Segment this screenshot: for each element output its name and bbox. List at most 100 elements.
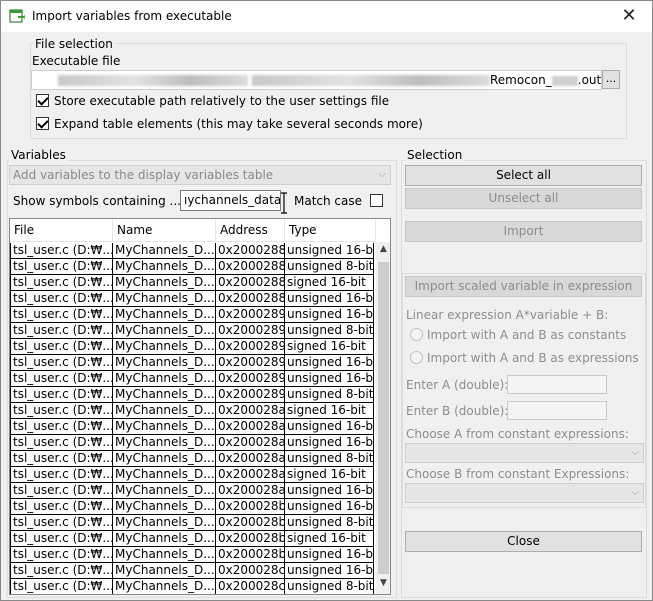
table-row[interactable]: tsl_user.c (D:₩... MyChannels_D... 0x20002… [10, 499, 376, 515]
cell-address: 0x200028a0 [216, 403, 285, 419]
b-value-input[interactable] [507, 401, 607, 420]
cell-type: signed 16-bit [285, 339, 374, 355]
radio-constants[interactable] [410, 328, 423, 341]
import-variables-dialog: Import variables from executable ✕ File … [0, 0, 653, 601]
cell-address: 0x20002888 [216, 275, 285, 291]
table-row[interactable]: tsl_user.c (D:₩... MyChannels_D... 0x20002… [10, 291, 376, 307]
table-row[interactable]: tsl_user.c (D:₩... MyChannels_D... 0x20002… [10, 355, 376, 371]
cell-address: 0x2000289e [216, 387, 285, 403]
column-header-type[interactable]: Type [285, 219, 376, 242]
chevron-down-icon: ⌵ [378, 169, 386, 180]
cell-name: MyChannels_D... [113, 371, 216, 387]
close-button[interactable]: Close [405, 531, 642, 552]
cell-name: MyChannels_D... [113, 403, 216, 419]
table-row[interactable]: tsl_user.c (D:₩... MyChannels_D... 0x20002… [10, 547, 376, 563]
cell-address: 0x200028b4 [216, 499, 285, 515]
variables-table[interactable]: File Name Address Type tsl_user.c (D:₩..… [9, 218, 391, 595]
table-row[interactable]: tsl_user.c (D:₩... MyChannels_D... 0x20002… [10, 515, 376, 531]
cell-address: 0x200028c0 [216, 563, 285, 579]
cell-type: unsigned 16-bit [285, 371, 374, 387]
cell-address: 0x2000289c [216, 371, 285, 387]
table-row[interactable]: tsl_user.c (D:₩... MyChannels_D... 0x20002… [10, 563, 376, 579]
cell-type: unsigned 8-bit [287, 579, 374, 594]
cell-file: tsl_user.c (D:₩... [10, 259, 113, 275]
table-row[interactable]: tsl_user.c (D:₩... MyChannels_D... 0x20002… [10, 419, 376, 435]
match-case-checkbox[interactable] [370, 194, 383, 207]
store-relative-checkbox[interactable] [36, 94, 49, 107]
cell-type: signed 16-bit [285, 275, 374, 291]
radio-expressions[interactable] [410, 351, 423, 364]
cell-address: 0x200028ba [216, 547, 285, 563]
symbol-filter-input[interactable]: ıychannels_data [180, 190, 281, 211]
table-row[interactable]: tsl_user.c (D:₩... MyChannels_D... 0x20002… [10, 483, 376, 499]
cell-file: tsl_user.c (D:₩... [10, 451, 113, 467]
cell-type: unsigned 8-bit [285, 451, 374, 467]
column-header-file[interactable]: File [10, 219, 113, 242]
cell-file: tsl_user.c (D:₩... [10, 291, 113, 307]
cell-file: tsl_user.c (D:₩... [10, 547, 113, 563]
chevron-down-icon: ⌵ [631, 447, 639, 458]
cell-name: MyChannels_D... [113, 387, 216, 403]
cell-file: tsl_user.c (D:₩... [10, 371, 113, 387]
table-vertical-scrollbar[interactable]: ▲ ▼ [376, 242, 390, 594]
cell-file: tsl_user.c (D:₩... [10, 419, 113, 435]
table-row[interactable]: tsl_user.c (D:₩... MyChannels_D... 0x20002… [10, 451, 376, 467]
cell-name: MyChannels_D... [113, 419, 216, 435]
cell-name: MyChannels_D... [113, 451, 216, 467]
cell-address: 0x20002890 [216, 307, 285, 323]
choose-b-dropdown[interactable]: ⌵ [405, 483, 644, 503]
table-row[interactable]: tsl_user.c (D:₩... MyChannels_D... 0x20002… [10, 387, 376, 403]
table-row[interactable]: tsl_user.c (D:₩... MyChannels_D... 0x20002… [10, 339, 376, 355]
cell-address: 0x200028ac [216, 467, 285, 483]
cell-address: 0x20002894 [216, 339, 285, 355]
cell-name: MyChannels_D... [113, 243, 216, 259]
show-symbols-label: Show symbols containing ... [13, 194, 181, 208]
choose-a-dropdown[interactable]: ⌵ [405, 443, 644, 463]
table-row[interactable]: tsl_user.c (D:₩... MyChannels_D... 0x20002… [10, 467, 376, 483]
expand-table-checkbox[interactable] [36, 117, 49, 130]
cell-address: 0x200028a8 [216, 435, 285, 451]
table-row[interactable]: tsl_user.c (D:₩... MyChannels_D... 0x20002… [10, 259, 376, 275]
select-all-button[interactable]: Select all [405, 165, 642, 186]
cell-file: tsl_user.c (D:₩... [10, 403, 113, 419]
table-row[interactable]: tsl_user.c (D:₩... MyChannels_D... 0x20002… [10, 307, 376, 323]
unselect-all-button[interactable]: Unselect all [405, 188, 642, 209]
cell-type: signed 16-bit [285, 467, 374, 483]
import-scaled-button[interactable]: Import scaled variable in expression [405, 276, 642, 297]
cell-address: 0x20002892 [216, 323, 285, 339]
table-row[interactable]: tsl_user.c (D:₩... MyChannels_D... 0x20002… [10, 243, 376, 259]
table-row[interactable]: tsl_user.c (D:₩... MyChannels_D... 0x20002… [10, 403, 376, 419]
app-icon [9, 9, 25, 23]
executable-path-field[interactable]: Remocon_ .out [31, 70, 602, 90]
browse-button[interactable]: ... [602, 70, 620, 89]
cell-file: tsl_user.c (D:₩... [10, 387, 113, 403]
cell-address: 0x200028b8 [216, 531, 285, 547]
table-row[interactable]: tsl_user.c (D:₩... MyChannels_D... 0x20002… [10, 435, 376, 451]
cell-type: unsigned 16-bit [285, 499, 374, 515]
a-value-input[interactable] [507, 375, 607, 394]
store-relative-label: Store executable path relatively to the … [54, 94, 390, 108]
import-button[interactable]: Import [405, 221, 642, 242]
column-header-name[interactable]: Name [113, 219, 216, 242]
cell-address: 0x20002884 [216, 243, 285, 259]
table-row[interactable]: tsl_user.c (D:₩... MyChannels_D... 0x20002… [10, 275, 376, 291]
table-row[interactable]: tsl_user.c (D:₩... MyChannels_D... 0x20002… [10, 371, 376, 387]
cell-type: unsigned 16-bit [285, 435, 374, 451]
scroll-up-icon[interactable]: ▲ [376, 244, 390, 258]
cell-file: tsl_user.c (D:₩... [10, 467, 113, 483]
cell-name: MyChannels_D... [113, 307, 216, 323]
table-row[interactable]: tsl_user.c (D:₩... MyChannels_D... 0x20002… [10, 531, 376, 547]
table-row[interactable]: tsl_user.c (D:₩... MyChannels_D... 0x20002… [10, 323, 376, 339]
scroll-down-icon[interactable]: ▼ [376, 578, 390, 592]
table-row[interactable]: tsl_user.c (D:₩... MyChannels_D... 0x20002… [10, 579, 376, 594]
column-header-address[interactable]: Address [216, 219, 285, 242]
cell-name: MyChannels_D... [113, 563, 216, 579]
close-window-button[interactable]: ✕ [606, 1, 652, 32]
cell-address: 0x200028b6 [216, 515, 285, 531]
expand-table-label: Expand table elements (this may take sev… [54, 117, 423, 131]
cell-file: tsl_user.c (D:₩... [10, 579, 113, 594]
cell-type: unsigned 16-bit [285, 307, 374, 323]
scroll-thumb[interactable] [378, 262, 389, 574]
cell-name: MyChannels_D... [113, 467, 216, 483]
cell-address: 0x2000288a [216, 291, 285, 307]
